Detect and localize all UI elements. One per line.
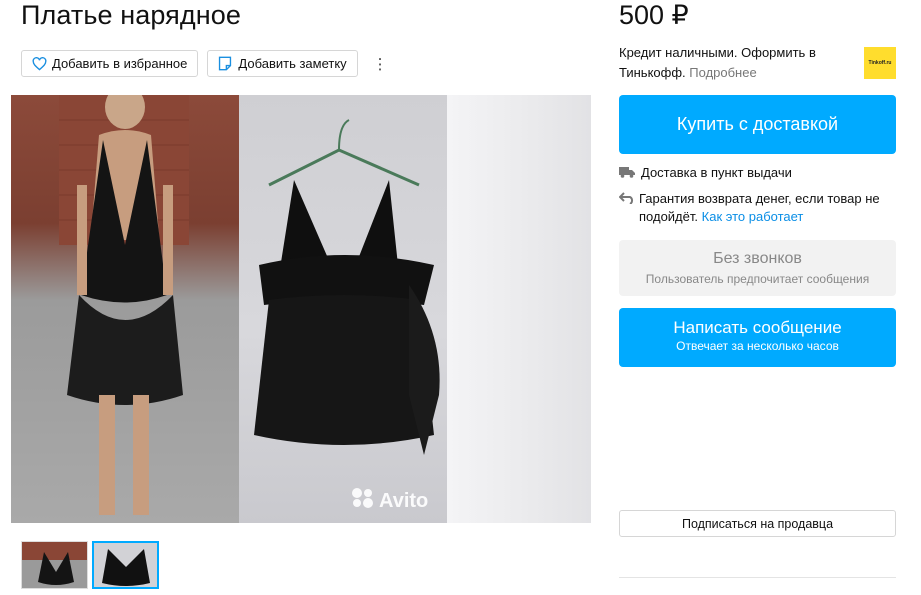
credit-offer: Кредит наличными. Оформить в Тинькофф. П… bbox=[619, 43, 849, 83]
add-note-label: Добавить заметку bbox=[238, 56, 347, 71]
delivery-text: Доставка в пункт выдачи bbox=[641, 165, 792, 180]
no-calls-notice: Без звонков Пользователь предпочитает со… bbox=[619, 240, 896, 296]
delivery-info: Доставка в пункт выдачи bbox=[619, 164, 792, 182]
return-arrow-icon bbox=[619, 190, 635, 226]
avito-logo-icon bbox=[351, 487, 375, 515]
avito-watermark: Avito bbox=[351, 487, 428, 515]
add-to-favorites-button[interactable]: Добавить в избранное bbox=[21, 50, 199, 77]
how-it-works-link[interactable]: Как это работает bbox=[702, 209, 804, 224]
buy-with-delivery-button[interactable]: Купить с доставкой bbox=[619, 95, 896, 154]
add-note-button[interactable]: Добавить заметку bbox=[207, 50, 358, 77]
write-message-label: Написать сообщение bbox=[673, 318, 842, 337]
avito-watermark-text: Avito bbox=[379, 489, 429, 512]
gallery-photo-dress bbox=[239, 95, 447, 523]
thumbnail-1[interactable] bbox=[21, 541, 88, 589]
gallery-photo-next bbox=[447, 95, 591, 523]
divider bbox=[619, 577, 896, 578]
write-message-button[interactable]: Написать сообщение Отвечает за несколько… bbox=[619, 308, 896, 367]
thumbnail-2[interactable] bbox=[92, 541, 159, 589]
guarantee-info: Гарантия возврата денег, если товар не п… bbox=[619, 190, 889, 226]
subscribe-to-seller-button[interactable]: Подписаться на продавца bbox=[619, 510, 896, 537]
tinkoff-logo[interactable]: Tinkoff.ru bbox=[864, 47, 896, 79]
listing-actions: Добавить в избранное Добавить заметку ⋮ bbox=[21, 50, 388, 77]
heart-icon bbox=[31, 56, 47, 72]
add-to-favorites-label: Добавить в избранное bbox=[52, 56, 188, 71]
no-calls-title: Без звонков bbox=[713, 250, 802, 267]
credit-more-link[interactable]: Подробнее bbox=[689, 65, 756, 80]
no-calls-subtitle: Пользователь предпочитает сообщения bbox=[645, 272, 870, 286]
thumbnail-strip bbox=[21, 541, 159, 589]
truck-icon bbox=[619, 164, 637, 182]
more-options-icon[interactable]: ⋮ bbox=[373, 55, 388, 73]
note-icon bbox=[217, 56, 233, 72]
page-title: Платье нарядное bbox=[21, 0, 241, 30]
response-time-label: Отвечает за несколько часов bbox=[676, 339, 839, 353]
price: 500 ₽ bbox=[619, 0, 689, 30]
gallery-photo-model bbox=[11, 95, 239, 523]
photo-gallery[interactable]: Avito bbox=[11, 95, 591, 523]
